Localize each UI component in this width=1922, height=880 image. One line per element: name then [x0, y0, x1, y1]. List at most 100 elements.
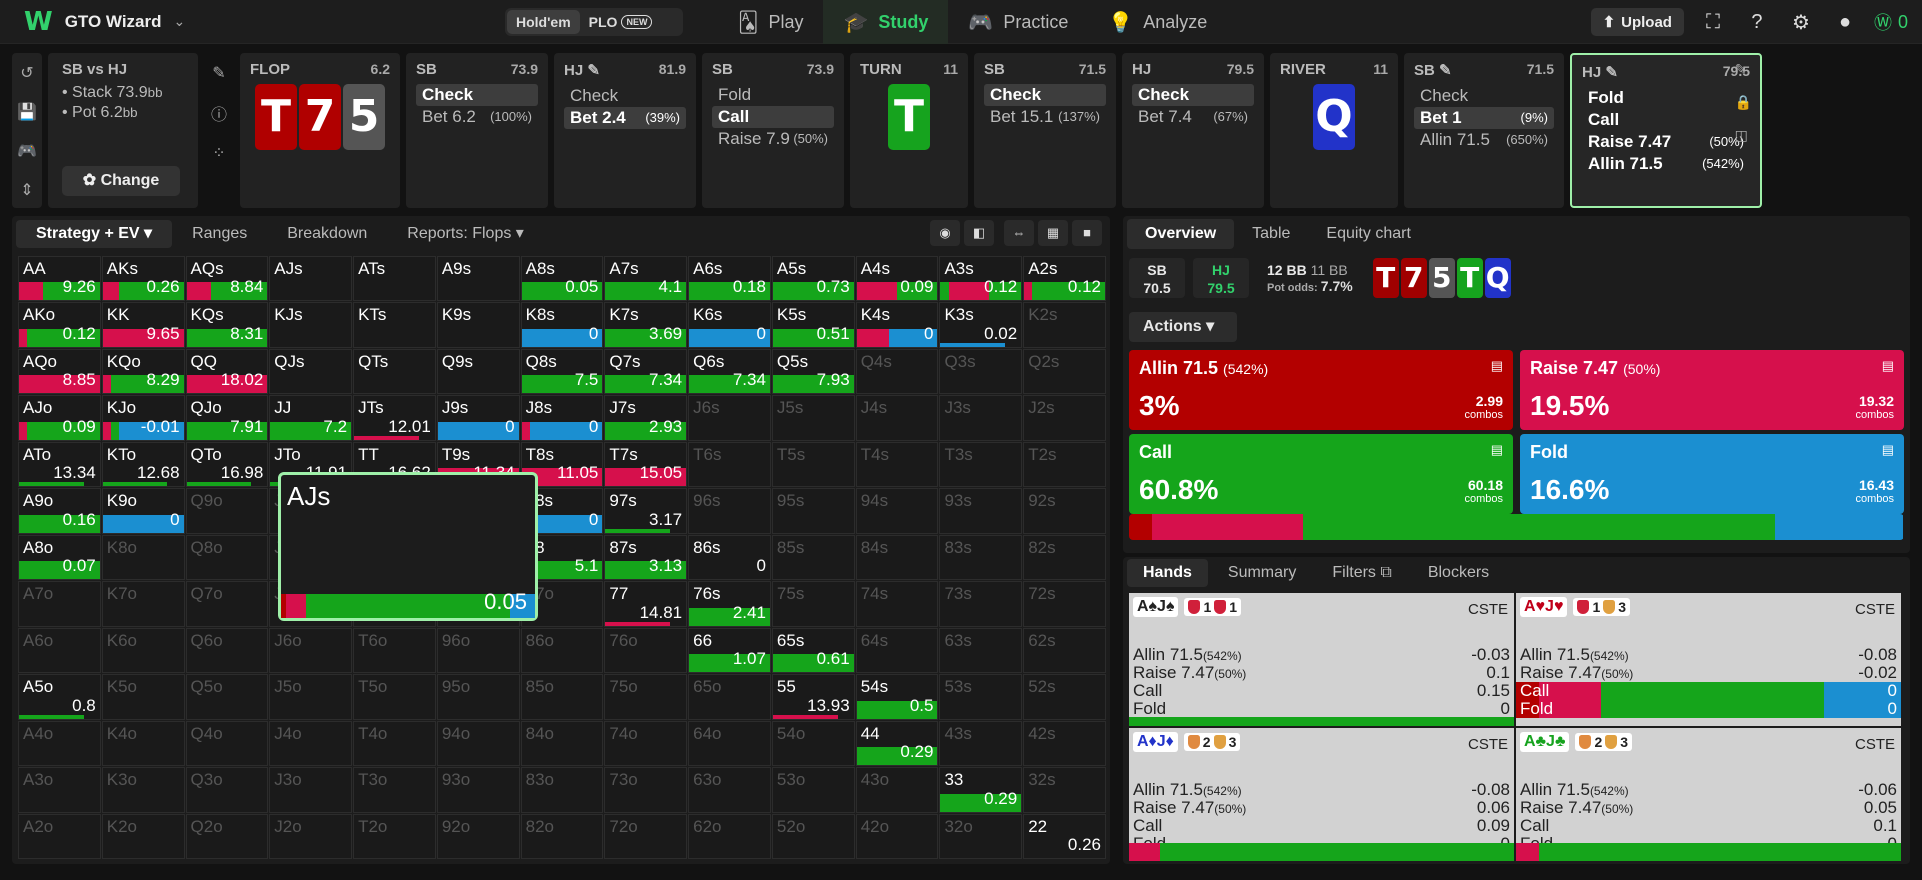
hand-cell[interactable]: AKs 0.26: [101, 256, 185, 302]
hand-cell[interactable]: K6o: [101, 627, 185, 674]
action-option[interactable]: Raise 7.9 (50%): [712, 128, 834, 150]
action-column[interactable]: FLOP 6.2 T 7 5: [240, 53, 400, 208]
hand-cell[interactable]: KQs 8.31: [185, 302, 269, 348]
hand-cell[interactable]: 92s: [1023, 488, 1106, 534]
action-option[interactable]: Allin 71.5 (650%): [1414, 129, 1554, 151]
hand-cell[interactable]: Q9o: [185, 488, 269, 534]
hand-cell[interactable]: ATs: [353, 256, 436, 302]
tab-equity-chart[interactable]: Equity chart: [1308, 219, 1428, 249]
hand-cell[interactable]: T3o: [353, 767, 436, 813]
hand-cell[interactable]: 85s: [771, 534, 855, 581]
hand-cell[interactable]: T5s: [771, 441, 855, 488]
hand-cell[interactable]: 86s 0: [688, 534, 771, 581]
hand-cell[interactable]: A9o 0.16: [18, 488, 101, 534]
nav-practice[interactable]: 🎮 Practice: [948, 0, 1088, 44]
hand-combo-card[interactable]: A♠J♠ 1 1 CSTE Allin 71.5(542%) -0.03 Raise 7.4…: [1129, 593, 1514, 726]
logo-icon[interactable]: W: [24, 7, 53, 37]
compact-view-icon[interactable]: ⇔: [1004, 220, 1034, 246]
action-option[interactable]: Raise 7.47 (50%): [1582, 131, 1750, 153]
hand-cell[interactable]: AJs: [269, 256, 353, 302]
hand-cell[interactable]: Q3s: [939, 348, 1023, 395]
mode-holdem[interactable]: Hold'em: [507, 10, 580, 34]
hand-cell[interactable]: QJs: [269, 348, 353, 395]
hand-combo-card[interactable]: A♥J♥ 1 3 CSTE Allin 71.5(542%) -0.08 Raise 7.4…: [1516, 593, 1901, 726]
hand-cell[interactable]: J4o: [269, 720, 353, 767]
hand-cell[interactable]: 75o: [604, 674, 688, 720]
hand-cell[interactable]: A4o: [18, 720, 101, 767]
nodes-icon[interactable]: ⁘: [212, 143, 225, 163]
details-icon[interactable]: ▤: [1882, 442, 1894, 458]
action-column[interactable]: SB ✎ 71.5 Check Bet 1 (9%) Allin 71.5 (650%): [1404, 53, 1564, 208]
hand-zoom-popup[interactable]: AJs 0.05: [278, 472, 538, 621]
action-option[interactable]: Check: [564, 85, 686, 107]
hand-cell[interactable]: Q2o: [185, 813, 269, 859]
hand-cell[interactable]: K3o: [101, 767, 185, 813]
hand-cell[interactable]: Q6o: [185, 627, 269, 674]
hand-cell[interactable]: 53s: [939, 674, 1023, 720]
tab-blockers[interactable]: Blockers: [1412, 559, 1505, 587]
hand-cell[interactable]: A9s: [436, 256, 520, 302]
hand-cell[interactable]: 53o: [771, 767, 855, 813]
hand-cell[interactable]: 84o: [520, 720, 604, 767]
hand-cell[interactable]: 43s: [939, 720, 1023, 767]
hand-cell[interactable]: T4s: [855, 441, 939, 488]
hand-cell[interactable]: J7s 2.93: [604, 395, 688, 441]
action-box[interactable]: Fold 16.6% 16.43 combos ▤: [1520, 434, 1904, 514]
hand-cell[interactable]: 94o: [436, 720, 520, 767]
action-option[interactable]: Call: [1582, 109, 1750, 131]
hand-cell[interactable]: T6o: [353, 627, 436, 674]
hand-cell[interactable]: K6s 0: [688, 302, 771, 348]
hand-cell[interactable]: KJs: [269, 302, 353, 348]
info-icon[interactable]: ⓘ: [211, 101, 227, 125]
action-box[interactable]: Allin 71.5 (542%) 3% 2.99 combos ▤: [1129, 350, 1513, 430]
hand-cell[interactable]: 52o: [771, 813, 855, 859]
hand-cell[interactable]: KQo 8.29: [101, 348, 185, 395]
hand-cell[interactable]: 22 0.26: [1023, 813, 1106, 859]
hand-cell[interactable]: Q5s 7.93: [771, 348, 855, 395]
hand-combo-card[interactable]: A♦J♦ 2 3 CSTE Allin 71.5(542%) -0.08 Raise 7.4…: [1129, 728, 1514, 861]
nav-play[interactable]: 🂡 Play: [718, 0, 823, 44]
hand-cell[interactable]: A6o: [18, 627, 101, 674]
action-column[interactable]: HJ ✎ 81.9 Check Bet 2.4 (39%): [554, 53, 696, 208]
hand-cell[interactable]: 62o: [688, 813, 771, 859]
hand-cell[interactable]: 73s: [939, 581, 1023, 627]
save-icon[interactable]: 💾: [17, 102, 37, 122]
hand-cell[interactable]: 93o: [436, 767, 520, 813]
action-box[interactable]: Call 60.8% 60.18 combos ▤: [1129, 434, 1513, 514]
action-option[interactable]: Check: [1414, 85, 1554, 107]
hand-cell[interactable]: Q3o: [185, 767, 269, 813]
hand-cell[interactable]: 76s 2.41: [688, 581, 771, 627]
chevron-down-icon[interactable]: ⌄: [174, 13, 186, 30]
hand-cell[interactable]: 83o: [520, 767, 604, 813]
hand-cell[interactable]: 83s: [939, 534, 1023, 581]
change-button[interactable]: ✿ Change: [62, 166, 180, 196]
hand-cell[interactable]: 95s: [771, 488, 855, 534]
action-option[interactable]: Check: [984, 84, 1106, 106]
hand-cell[interactable]: T4o: [353, 720, 436, 767]
hand-cell[interactable]: JTs 12.01: [353, 395, 436, 441]
hand-cell[interactable]: 94s: [855, 488, 939, 534]
action-option[interactable]: Bet 6.2 (100%): [416, 106, 538, 128]
hand-cell[interactable]: QQ 18.02: [185, 348, 269, 395]
expand-icon[interactable]: ⇕: [20, 180, 33, 200]
hand-cell[interactable]: K2o: [101, 813, 185, 859]
hand-cell[interactable]: 64o: [688, 720, 771, 767]
hand-cell[interactable]: K7s 3.69: [604, 302, 688, 348]
action-option[interactable]: Check: [1132, 84, 1254, 106]
split-icon[interactable]: ◫: [1735, 127, 1752, 144]
hand-cell[interactable]: 42o: [855, 813, 939, 859]
hand-cell[interactable]: 93s: [939, 488, 1023, 534]
hand-cell[interactable]: 87s 3.13: [604, 534, 688, 581]
hand-cell[interactable]: A2o: [18, 813, 101, 859]
hand-cell[interactable]: AA 9.26: [18, 256, 101, 302]
account-icon[interactable]: ●: [1830, 11, 1860, 34]
hand-cell[interactable]: 92o: [436, 813, 520, 859]
hand-cell[interactable]: Q9s: [436, 348, 520, 395]
hand-cell[interactable]: K4s 0: [855, 302, 939, 348]
tab-summary[interactable]: Summary: [1212, 559, 1312, 587]
hand-cell[interactable]: 75s: [771, 581, 855, 627]
hand-cell[interactable]: 42s: [1023, 720, 1106, 767]
hand-cell[interactable]: J4s: [855, 395, 939, 441]
nav-study[interactable]: 🎓 Study: [823, 0, 949, 44]
details-icon[interactable]: ▤: [1882, 358, 1894, 374]
